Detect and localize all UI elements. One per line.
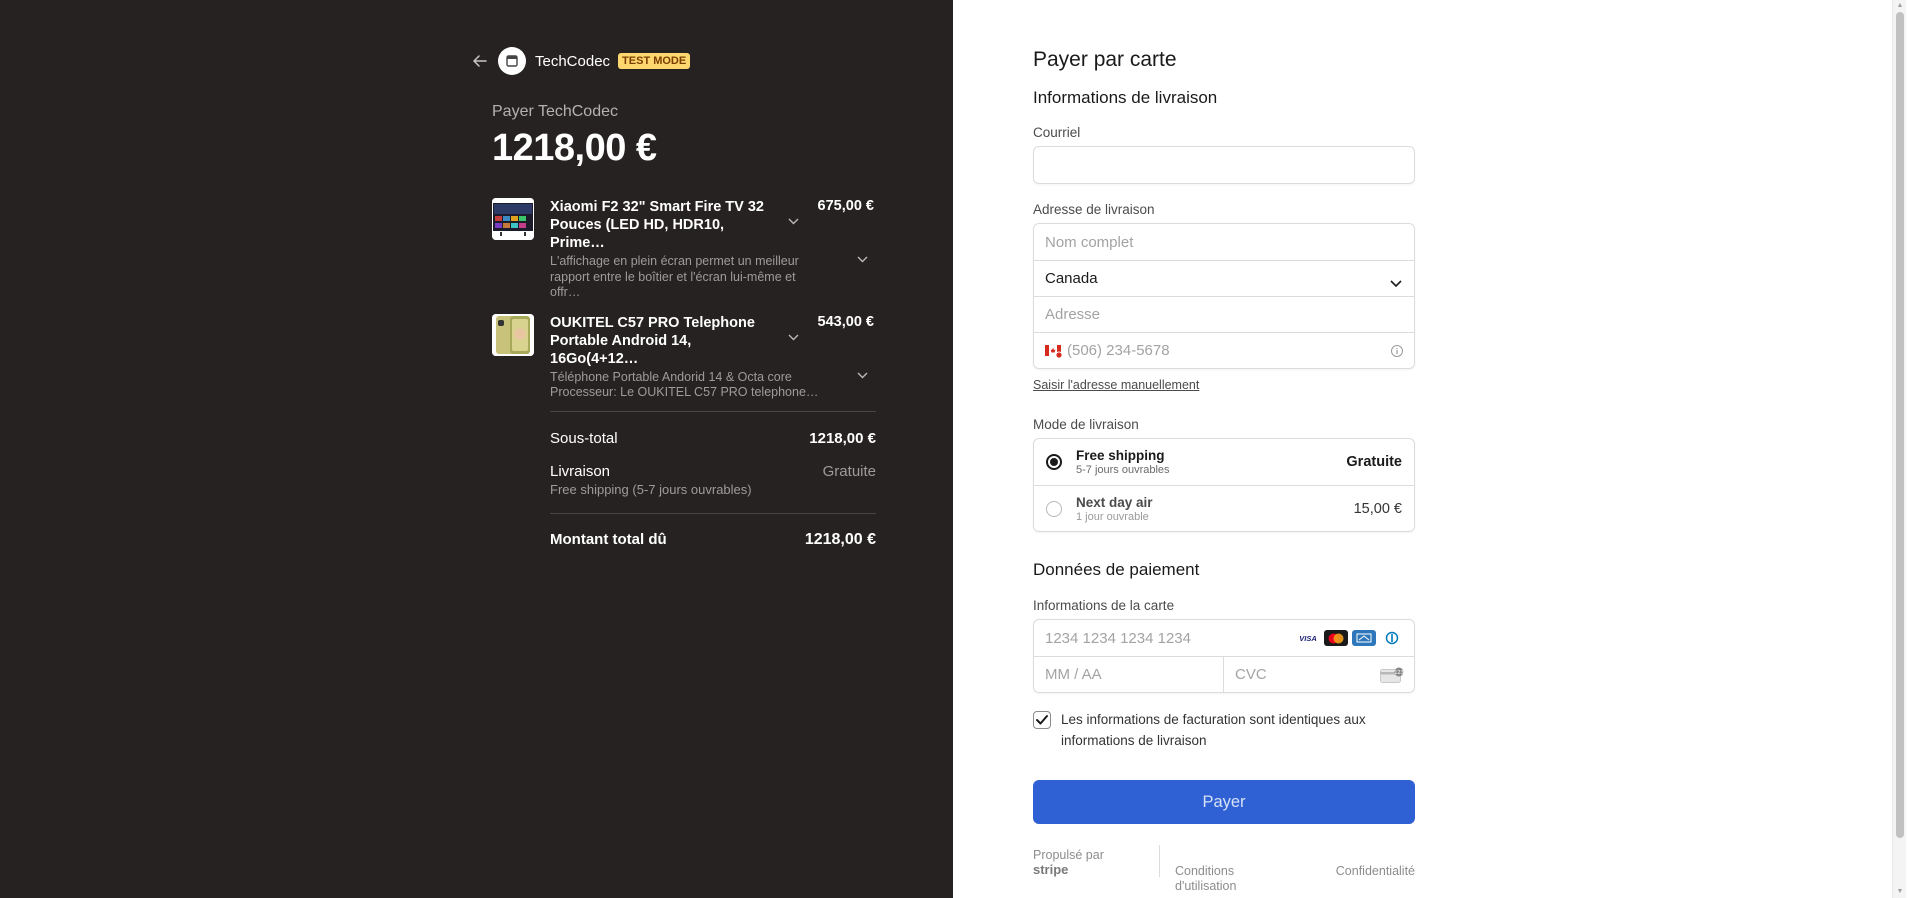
shipping-option-subtitle: 1 jour ouvrable — [1076, 510, 1149, 523]
email-field[interactable] — [1033, 146, 1415, 184]
back-arrow-icon[interactable] — [470, 51, 490, 71]
form-title: Payer par carte — [1033, 48, 1177, 71]
divider — [550, 512, 876, 514]
svg-text:123: 123 — [1394, 670, 1404, 676]
shipping-mode-label: Mode de livraison — [1033, 417, 1139, 432]
payment-data-title: Données de paiement — [1033, 560, 1200, 579]
shipping-info-title: Informations de livraison — [1033, 88, 1218, 107]
item-name: OUKITEL C57 PRO Telephone Portable Andro… — [550, 314, 755, 367]
order-summary-content: TechCodec TEST MODE Payer TechCodec 1218… — [470, 47, 876, 549]
cvc-card-icon: 123 — [1380, 667, 1404, 687]
terms-link[interactable]: Conditions d'utilisation — [1175, 864, 1265, 894]
phone-product-image — [492, 313, 534, 356]
country-value: Canada — [1045, 270, 1098, 287]
merchant-header: TechCodec TEST MODE — [470, 47, 874, 75]
test-mode-badge: TEST MODE — [618, 53, 691, 69]
mastercard-icon — [1324, 630, 1348, 646]
radio-selected[interactable] — [1046, 454, 1062, 470]
address-placeholder: Adresse — [1045, 306, 1101, 323]
expiry-placeholder: MM / AA — [1045, 666, 1102, 683]
tv-product-image — [492, 198, 534, 240]
card-group: 1234 1234 1234 1234 VISA MM / AA CVC 123 — [1033, 619, 1415, 693]
address-input[interactable]: Adresse — [1034, 296, 1414, 332]
total-label: Montant total dû — [550, 530, 667, 548]
card-extra-row: MM / AA CVC 123 — [1034, 656, 1414, 693]
cvc-placeholder: CVC — [1235, 666, 1267, 683]
shipping-value: Gratuite — [822, 462, 876, 480]
pay-merchant-label: Payer TechCodec — [492, 103, 618, 120]
shipping-options: Free shipping 5-7 jours ouvrables Gratui… — [1033, 438, 1415, 532]
amex-icon — [1352, 630, 1376, 646]
full-name-placeholder: Nom complet — [1045, 233, 1134, 251]
footer-divider — [1159, 845, 1160, 877]
shipping-option-next-day[interactable]: Next day air 1 jour ouvrable 15,00 € — [1034, 485, 1414, 531]
card-brands: VISA — [1292, 630, 1404, 646]
manual-address-link[interactable]: Saisir l'adresse manuellement — [1033, 378, 1199, 392]
payment-panel: Payer par carte Informations de livraiso… — [953, 0, 1906, 898]
canada-flag-icon[interactable] — [1045, 345, 1063, 359]
scroll-up-icon[interactable]: ▲ — [1895, 1, 1905, 11]
line-items: Xiaomi F2 32" Smart Fire TV 32 Pouces (L… — [492, 198, 874, 401]
expiry-input[interactable]: MM / AA — [1034, 656, 1224, 693]
shipping-option-title: Next day air — [1076, 494, 1153, 510]
privacy-link[interactable]: Confidentialité — [1336, 864, 1415, 878]
shipping-row: Livraison Gratuite — [550, 463, 876, 480]
chevron-down-icon[interactable] — [857, 370, 868, 382]
address-group: Nom complet Canada Adresse (506) 234-567… — [1033, 223, 1415, 369]
subtotal-row: Sous-total 1218,00 € — [550, 430, 876, 447]
cvc-input[interactable]: CVC 123 — [1224, 657, 1414, 693]
subtotal-label: Sous-total — [550, 429, 618, 447]
item-description: L'affichage en plein écran permet un mei… — [550, 254, 799, 299]
email-label: Courriel — [1033, 125, 1081, 140]
item-price: 543,00 € — [817, 313, 874, 330]
chevron-down-icon — [1390, 275, 1402, 292]
line-item: OUKITEL C57 PRO Telephone Portable Andro… — [492, 313, 874, 401]
total-amount: 1218,00 € — [492, 127, 657, 169]
card-number-input[interactable]: 1234 1234 1234 1234 VISA — [1034, 620, 1414, 656]
merchant-name: TechCodec — [535, 52, 611, 70]
item-name: Xiaomi F2 32" Smart Fire TV 32 Pouces (L… — [550, 199, 764, 251]
diners-icon — [1380, 630, 1404, 646]
shipping-address-label: Adresse de livraison — [1033, 202, 1155, 217]
chevron-down-icon[interactable] — [788, 332, 799, 344]
scrollbar-thumb[interactable] — [1896, 12, 1904, 838]
item-price: 675,00 € — [817, 198, 874, 214]
info-icon[interactable] — [1390, 344, 1404, 362]
radio-unselected[interactable] — [1046, 500, 1062, 517]
total-value: 1218,00 € — [804, 530, 876, 548]
payment-form: Payer par carte Informations de livraiso… — [1033, 48, 1415, 824]
visa-icon: VISA — [1296, 630, 1320, 646]
shipping-option-price: Gratuite — [1346, 454, 1402, 470]
shipping-note: Free shipping (5-7 jours ouvrables) — [550, 481, 752, 497]
chevron-down-icon[interactable] — [788, 216, 799, 228]
card-number-placeholder: 1234 1234 1234 1234 — [1045, 629, 1191, 647]
scroll-down-icon[interactable]: ▼ — [1895, 887, 1905, 897]
order-summary-panel: TechCodec TEST MODE Payer TechCodec 1218… — [0, 0, 953, 898]
pay-button[interactable]: Payer — [1033, 780, 1415, 824]
total-row: Montant total dû 1218,00 € — [550, 531, 876, 549]
shipping-option-price: 15,00 € — [1353, 500, 1402, 517]
shipping-label: Livraison — [550, 462, 611, 480]
store-logo-icon[interactable] — [498, 47, 526, 75]
item-description: Téléphone Portable Andorid 14 & Octa cor… — [550, 369, 819, 400]
full-name-input[interactable]: Nom complet — [1034, 224, 1414, 260]
shipping-option-free[interactable]: Free shipping 5-7 jours ouvrables Gratui… — [1034, 439, 1414, 485]
powered-by-label: Propulsé par — [1033, 848, 1104, 862]
stripe-logo: stripe — [1033, 862, 1069, 877]
shipping-option-subtitle: 5-7 jours ouvrables — [1076, 464, 1170, 476]
scrollbar[interactable]: ▲ ▼ — [1892, 0, 1906, 898]
country-select[interactable]: Canada — [1034, 260, 1414, 296]
phone-input[interactable]: (506) 234-5678 — [1034, 332, 1414, 368]
chevron-down-icon[interactable] — [857, 254, 868, 266]
card-info-label: Informations de la carte — [1033, 598, 1175, 613]
billing-same-checkbox[interactable] — [1033, 711, 1051, 729]
billing-same-row: Les informations de facturation sont ide… — [1033, 709, 1415, 751]
phone-placeholder: (506) 234-5678 — [1067, 342, 1170, 359]
billing-same-label: Les informations de facturation sont ide… — [1061, 712, 1366, 748]
subtotal-value: 1218,00 € — [809, 429, 876, 447]
line-item: Xiaomi F2 32" Smart Fire TV 32 Pouces (L… — [492, 198, 874, 301]
divider — [550, 410, 876, 412]
powered-by[interactable]: Propulsé par stripe — [1033, 848, 1143, 877]
shipping-option-title: Free shipping — [1076, 448, 1165, 463]
